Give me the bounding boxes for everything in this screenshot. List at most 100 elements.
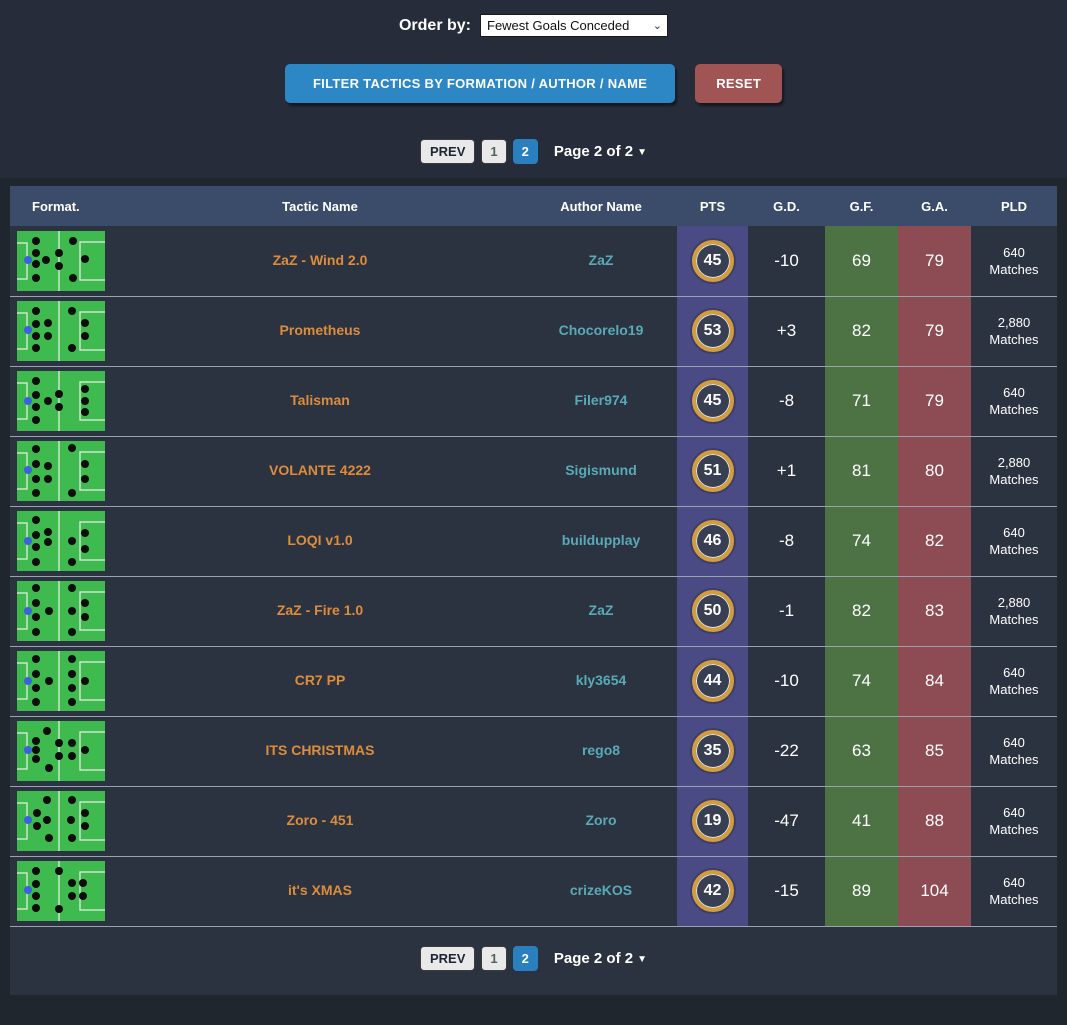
pts-badge: 42 bbox=[691, 870, 734, 913]
gf-value: 81 bbox=[852, 461, 871, 480]
gf-cell: 82 bbox=[825, 295, 898, 366]
author-name-cell: Chocorelo19 bbox=[525, 295, 677, 366]
tactic-name-link[interactable]: ITS CHRISTMAS bbox=[266, 742, 375, 758]
gd-value: -15 bbox=[774, 881, 799, 901]
table-row: ITS CHRISTMAS rego8 35 -22 63 85 640 Matches bbox=[10, 715, 1057, 786]
gd-value: -10 bbox=[774, 671, 799, 690]
table-row: ZaZ - Fire 1.0 ZaZ 50 -1 82 83 2,880 Matches bbox=[10, 575, 1057, 646]
tactic-name-cell: LOQI v1.0 bbox=[115, 505, 525, 576]
author-name-link[interactable]: kly3654 bbox=[576, 672, 627, 688]
ga-cell: 84 bbox=[898, 645, 971, 716]
pts-cell: 53 bbox=[677, 295, 748, 366]
page-1-button[interactable]: 1 bbox=[481, 139, 507, 164]
author-name-cell: rego8 bbox=[525, 715, 677, 786]
order-by-row: Order by: Fewest Goals Conceded ⌄ bbox=[0, 14, 1067, 37]
author-name-link[interactable]: Sigismund bbox=[565, 462, 637, 478]
format-cell bbox=[10, 715, 115, 786]
gd-cell: -22 bbox=[748, 715, 825, 786]
ga-value: 84 bbox=[925, 671, 944, 690]
prev-page-button[interactable]: PREV bbox=[420, 946, 476, 971]
author-name-link[interactable]: crizeKOS bbox=[570, 882, 632, 898]
formation-pitch-image bbox=[17, 581, 105, 641]
gf-value: 63 bbox=[852, 741, 871, 760]
tactic-name-link[interactable]: ZaZ - Wind 2.0 bbox=[273, 252, 368, 268]
tactic-name-link[interactable]: Talisman bbox=[290, 392, 350, 408]
pts-badge: 46 bbox=[691, 520, 734, 562]
pld-cell: 640 Matches bbox=[971, 505, 1057, 576]
gd-cell: +3 bbox=[748, 295, 825, 366]
page-2-button[interactable]: 2 bbox=[512, 139, 538, 164]
gf-cell: 74 bbox=[825, 505, 898, 576]
toolbar: Order by: Fewest Goals Conceded ⌄ FILTER… bbox=[0, 0, 1067, 178]
tactic-name-cell: ZaZ - Fire 1.0 bbox=[115, 575, 525, 646]
format-cell bbox=[10, 295, 115, 366]
author-name-cell: buildupplay bbox=[525, 505, 677, 576]
filter-tactics-button[interactable]: FILTER TACTICS BY FORMATION / AUTHOR / N… bbox=[284, 64, 676, 103]
header-pld: PLD bbox=[1001, 198, 1027, 214]
prev-page-button[interactable]: PREV bbox=[420, 139, 476, 164]
table-row: LOQI v1.0 buildupplay 46 -8 74 82 640 Matches bbox=[10, 505, 1057, 576]
tactic-name-link[interactable]: it's XMAS bbox=[288, 882, 352, 898]
header-gf: G.F. bbox=[849, 198, 874, 214]
tactics-table-container: Format. Tactic Name Author Name PTS G.D.… bbox=[10, 186, 1057, 995]
tactic-name-link[interactable]: Zoro - 451 bbox=[287, 812, 354, 828]
gf-cell: 71 bbox=[825, 365, 898, 436]
pts-cell: 44 bbox=[677, 645, 748, 716]
pts-badge: 51 bbox=[691, 450, 734, 492]
pld-cell: 2,880 Matches bbox=[971, 575, 1057, 646]
page-1-button[interactable]: 1 bbox=[481, 946, 507, 971]
pld-cell: 2,880 Matches bbox=[971, 295, 1057, 366]
header-format: Format. bbox=[32, 198, 80, 214]
reset-button[interactable]: RESET bbox=[695, 64, 783, 103]
order-by-label: Order by: bbox=[398, 16, 471, 34]
author-name-link[interactable]: ZaZ bbox=[589, 602, 614, 618]
format-cell bbox=[10, 226, 115, 296]
author-name-link[interactable]: ZaZ bbox=[589, 252, 614, 268]
tactic-name-cell: Prometheus bbox=[115, 295, 525, 366]
pts-badge: 53 bbox=[691, 310, 734, 352]
page-2-button[interactable]: 2 bbox=[512, 946, 538, 971]
author-name-link[interactable]: Chocorelo19 bbox=[559, 322, 644, 338]
tactic-name-link[interactable]: CR7 PP bbox=[295, 672, 346, 688]
author-name-link[interactable]: buildupplay bbox=[562, 532, 641, 548]
page-status-dropdown[interactable]: Page 2 of 2 ▼ bbox=[554, 143, 647, 160]
pagination-top: PREV 1 2 Page 2 of 2 ▼ bbox=[0, 139, 1067, 164]
formation-pitch-image bbox=[17, 721, 105, 781]
header-gd: G.D. bbox=[773, 198, 800, 214]
gf-cell: 74 bbox=[825, 645, 898, 716]
gf-value: 82 bbox=[852, 321, 871, 340]
tactic-name-link[interactable]: LOQI v1.0 bbox=[287, 532, 352, 548]
formation-pitch-image bbox=[17, 230, 105, 291]
tactic-name-link[interactable]: ZaZ - Fire 1.0 bbox=[277, 602, 363, 618]
formation-pitch-image bbox=[17, 441, 105, 501]
order-by-select[interactable]: Fewest Goals Conceded ⌄ bbox=[480, 14, 668, 37]
table-header-row: Format. Tactic Name Author Name PTS G.D.… bbox=[10, 186, 1057, 226]
header-author-name: Author Name bbox=[560, 198, 642, 214]
formation-pitch-image bbox=[17, 791, 105, 851]
gd-value: +1 bbox=[776, 461, 797, 480]
page-status-dropdown[interactable]: Page 2 of 2 ▼ bbox=[554, 950, 647, 967]
ga-value: 79 bbox=[925, 250, 944, 270]
gf-cell: 63 bbox=[825, 715, 898, 786]
action-buttons-row: FILTER TACTICS BY FORMATION / AUTHOR / N… bbox=[0, 64, 1067, 103]
format-cell bbox=[10, 575, 115, 646]
pld-cell: 640 Matches bbox=[971, 645, 1057, 716]
author-name-cell: ZaZ bbox=[525, 575, 677, 646]
author-name-cell: kly3654 bbox=[525, 645, 677, 716]
tactic-name-link[interactable]: Prometheus bbox=[280, 322, 361, 338]
pld-value: 2,880 Matches bbox=[989, 455, 1039, 487]
author-name-cell: ZaZ bbox=[525, 226, 677, 296]
author-name-link[interactable]: Zoro bbox=[585, 812, 616, 828]
tactic-name-cell: VOLANTE 4222 bbox=[115, 435, 525, 506]
gd-value: +3 bbox=[776, 321, 797, 340]
formation-pitch-image bbox=[17, 371, 105, 431]
pld-value: 640 Matches bbox=[989, 875, 1039, 908]
pts-badge: 35 bbox=[691, 730, 734, 772]
gd-cell: -47 bbox=[748, 785, 825, 856]
pts-badge: 44 bbox=[691, 660, 734, 702]
pts-cell: 50 bbox=[677, 575, 748, 646]
tactic-name-link[interactable]: VOLANTE 4222 bbox=[269, 462, 371, 478]
author-name-link[interactable]: Filer974 bbox=[575, 392, 628, 408]
gd-cell: -8 bbox=[748, 365, 825, 436]
author-name-link[interactable]: rego8 bbox=[582, 742, 620, 758]
